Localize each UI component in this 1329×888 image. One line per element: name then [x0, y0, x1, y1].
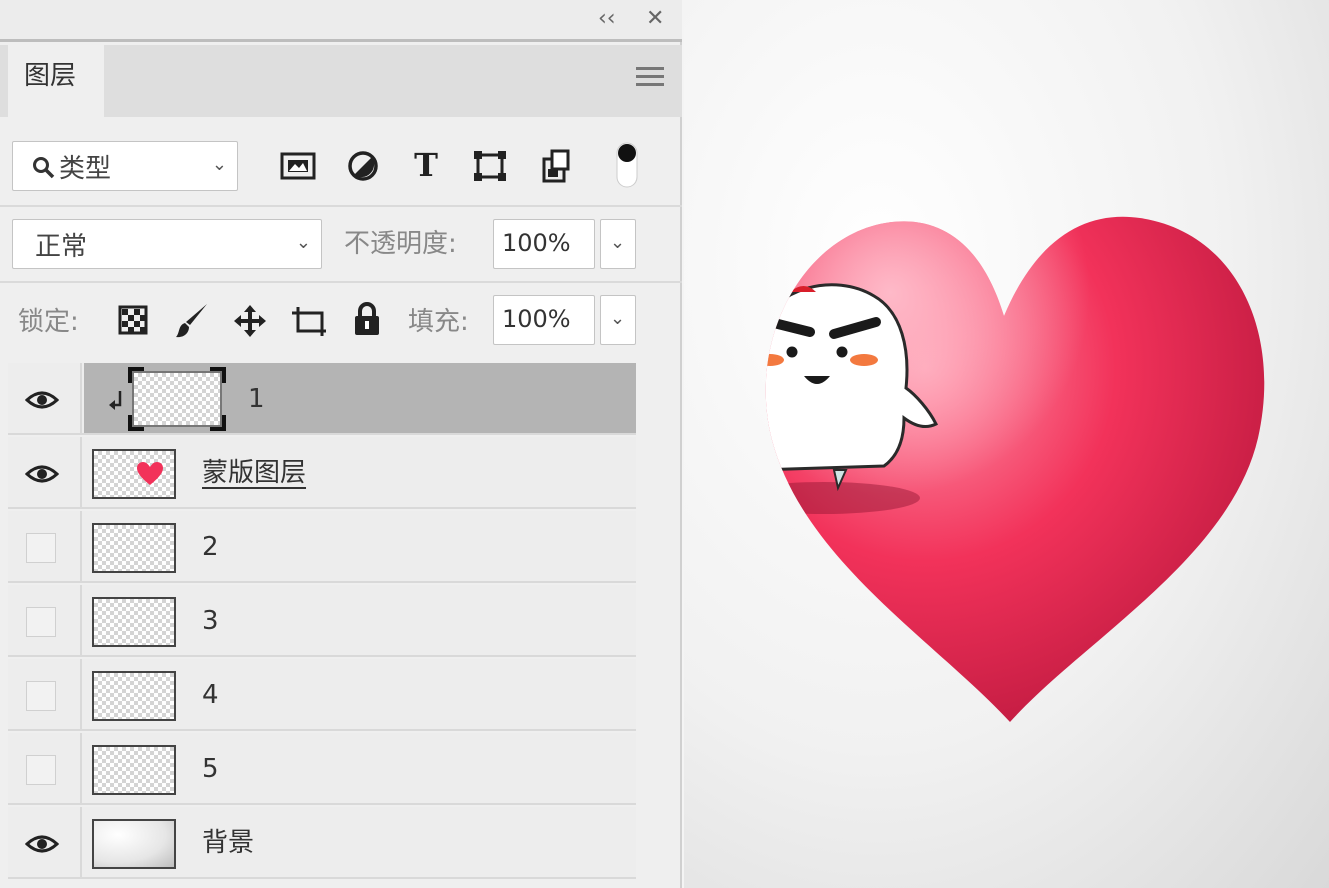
hamburger-menu-icon[interactable] [636, 67, 664, 87]
layer-content[interactable]: 5 [84, 733, 636, 803]
visibility-toggle[interactable] [8, 511, 82, 583]
layer-thumbnail [92, 671, 176, 721]
blend-mode-value: 正常 [35, 232, 88, 262]
chevron-down-icon: ⌄ [610, 308, 626, 329]
opacity-label: 不透明度: [344, 229, 457, 259]
layer-thumbnail [92, 523, 176, 573]
tab-layers[interactable]: 图层 [8, 45, 104, 117]
eye-icon [25, 465, 59, 483]
blend-mode-dropdown[interactable]: 正常 ⌄ [12, 219, 322, 269]
opacity-value: 100% [502, 229, 571, 257]
layer-content[interactable]: 背景 [84, 807, 636, 877]
layer-content[interactable]: 4 [84, 659, 636, 729]
fill-slider-toggle[interactable]: ⌄ [600, 295, 636, 345]
clipping-arrow-icon [109, 391, 122, 410]
fill-input[interactable]: 100% [493, 295, 595, 345]
filter-kind-value: 类型 [59, 154, 112, 184]
panel-title-bar: ‹‹ ✕ [0, 0, 682, 42]
opacity-input[interactable]: 100% [493, 219, 595, 269]
layer-row[interactable]: 背景 [8, 807, 636, 879]
layer-name: 背景 [202, 828, 255, 858]
layer-row[interactable]: 4 [8, 659, 636, 731]
type-filter-icon[interactable]: T [406, 145, 446, 185]
layer-content[interactable]: 蒙版图层 [84, 437, 636, 507]
visibility-toggle[interactable] [8, 807, 82, 879]
layer-name: 蒙版图层 [202, 458, 307, 488]
visibility-toggle[interactable] [8, 585, 82, 657]
lock-transparent-pixels-icon[interactable] [118, 305, 148, 335]
filter-toggle-icon[interactable] [614, 141, 640, 189]
canvas-artwork [765, 216, 1265, 722]
visibility-toggle[interactable] [8, 659, 82, 731]
layer-name: 2 [202, 532, 219, 562]
layer-content[interactable]: 3 [84, 585, 636, 655]
fill-label: 填充: [408, 307, 469, 337]
eye-icon [25, 835, 59, 853]
layer-row[interactable]: 3 [8, 585, 636, 657]
layer-name: 1 [248, 384, 265, 414]
layer-thumbnail [92, 745, 176, 795]
heart-thumbnail-icon [137, 462, 163, 485]
lock-label: 锁定: [18, 307, 79, 337]
layers-panel: ‹‹ ✕ 图层 类型 ⌄ T 正常 ⌄ 不透明度: 100% ⌄ 锁定: 填充:… [0, 0, 682, 888]
collapse-panel-button[interactable]: ‹‹ [598, 4, 616, 34]
search-icon [33, 157, 55, 179]
chevron-down-icon: ⌄ [295, 232, 311, 253]
selection-corners-icon [128, 367, 226, 431]
blend-row: 正常 ⌄ 不透明度: 100% ⌄ [0, 207, 682, 281]
layer-row[interactable]: 蒙版图层 [8, 437, 636, 509]
lock-artboard-icon[interactable] [290, 305, 328, 337]
lock-all-icon[interactable] [352, 301, 382, 337]
lock-image-pixels-icon[interactable] [174, 301, 210, 341]
visibility-toggle[interactable] [8, 363, 82, 435]
fill-value: 100% [502, 305, 571, 333]
layer-thumbnail [92, 597, 176, 647]
eye-icon [25, 391, 59, 409]
layer-row[interactable]: 5 [8, 733, 636, 805]
hidden-visibility-box [26, 533, 56, 563]
layer-name: 3 [202, 606, 219, 636]
hidden-visibility-box [26, 607, 56, 637]
smart-object-filter-icon[interactable] [540, 147, 572, 185]
filter-row: 类型 ⌄ T [0, 117, 682, 207]
image-filter-icon[interactable] [280, 151, 316, 181]
layer-name: 4 [202, 680, 219, 710]
opacity-slider-toggle[interactable]: ⌄ [600, 219, 636, 269]
lock-position-icon[interactable] [232, 303, 268, 339]
adjustment-filter-icon[interactable] [346, 149, 380, 183]
hidden-visibility-box [26, 681, 56, 711]
layer-row[interactable]: 2 [8, 511, 636, 583]
layer-content[interactable]: 2 [84, 511, 636, 581]
layer-row[interactable]: 1 [8, 363, 636, 435]
chevron-down-icon: ⌄ [211, 154, 227, 175]
visibility-toggle[interactable] [8, 437, 82, 509]
shape-filter-icon[interactable] [472, 149, 508, 183]
layer-list: 1 蒙版图层 2 3 4 5 背景 [8, 363, 636, 888]
layer-name: 5 [202, 754, 219, 784]
filter-kind-dropdown[interactable]: 类型 ⌄ [12, 141, 238, 191]
layer-content[interactable]: 1 [84, 363, 636, 433]
lock-row: 锁定: 填充: 100% ⌄ [0, 283, 682, 363]
hidden-visibility-box [26, 755, 56, 785]
layer-thumbnail [92, 449, 176, 499]
panel-tab-row: 图层 [0, 45, 682, 117]
document-canvas[interactable] [684, 0, 1329, 888]
visibility-toggle[interactable] [8, 733, 82, 805]
layer-thumbnail [92, 819, 176, 869]
close-panel-button[interactable]: ✕ [646, 4, 664, 34]
chevron-down-icon: ⌄ [610, 232, 626, 253]
